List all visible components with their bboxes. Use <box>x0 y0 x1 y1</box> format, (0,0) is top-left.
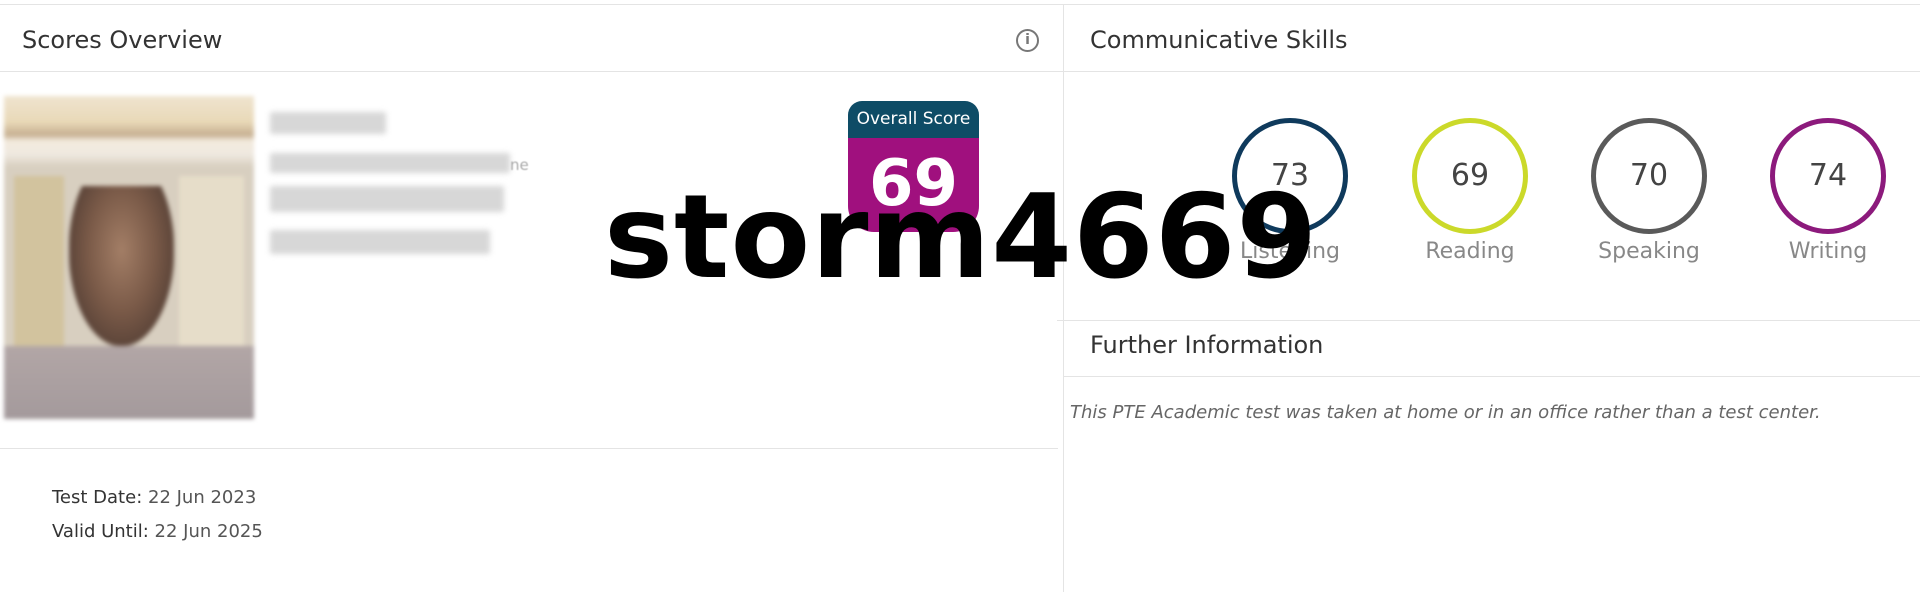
test-date-row: Test Date: 22 Jun 2023 <box>52 487 256 508</box>
skill-speaking: 70 Speaking <box>1569 118 1729 278</box>
candidate-detail-blurred-1 <box>270 153 510 173</box>
skill-writing: 74 Writing <box>1748 118 1908 278</box>
candidate-detail-blurred-3 <box>270 230 490 254</box>
scores-overview-title: Scores Overview <box>22 26 223 54</box>
communicative-skills-title: Communicative Skills <box>1090 26 1348 54</box>
further-information-title: Further Information <box>1090 331 1324 359</box>
skill-ring-speaking: 70 <box>1591 118 1707 234</box>
watermark-text: storm4669 <box>604 170 1319 305</box>
further-information-text: This PTE Academic test was taken at home… <box>1070 402 1821 423</box>
candidate-photo <box>4 96 254 419</box>
skill-label-speaking: Speaking <box>1598 239 1700 264</box>
further-information-top-divider <box>1057 320 1920 321</box>
valid-until-value: 22 Jun 2025 <box>154 521 263 542</box>
candidate-detail-fragment: ne <box>510 156 529 174</box>
overall-score-label: Overall Score <box>848 101 979 138</box>
skill-ring-writing: 74 <box>1770 118 1886 234</box>
skill-label-reading: Reading <box>1425 239 1515 264</box>
candidate-detail-blurred-2 <box>270 186 504 212</box>
communicative-skills-header-divider <box>1064 71 1920 72</box>
valid-until-row: Valid Until: 22 Jun 2025 <box>52 521 263 542</box>
skill-ring-reading: 69 <box>1412 118 1528 234</box>
skill-label-writing: Writing <box>1788 239 1868 264</box>
candidate-name-blurred <box>270 112 386 134</box>
info-icon[interactable]: i <box>1016 29 1039 52</box>
test-date-label: Test Date: <box>52 487 143 508</box>
valid-until-label: Valid Until: <box>52 521 149 542</box>
test-date-value: 22 Jun 2023 <box>148 487 257 508</box>
top-border <box>0 4 1920 5</box>
score-report-page: Scores Overview i ne Overall Score 69 Te… <box>0 0 1920 592</box>
further-information-header-divider <box>1064 376 1920 377</box>
skill-reading: 69 Reading <box>1390 118 1550 278</box>
scores-overview-header-divider <box>0 71 1063 72</box>
scores-overview-mid-divider <box>0 448 1058 449</box>
